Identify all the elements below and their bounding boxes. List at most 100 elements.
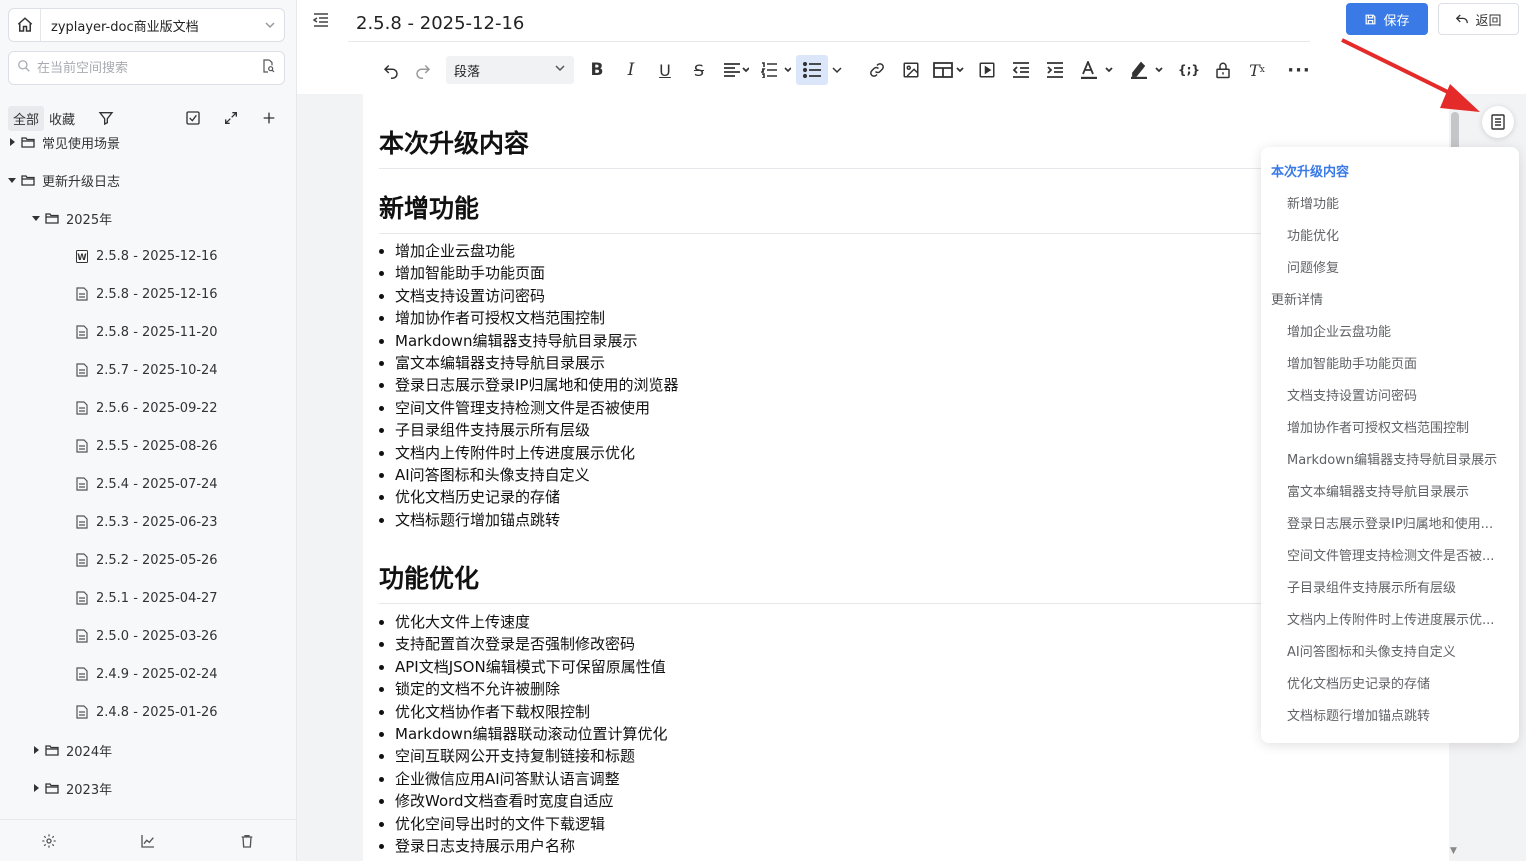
- tree-item[interactable]: 2023年: [0, 772, 296, 804]
- tree-item-label: 2.5.6 - 2025-09-22: [96, 400, 218, 416]
- tree-item[interactable]: 2.5.6 - 2025-09-22: [0, 392, 296, 424]
- caret-right-icon[interactable]: [6, 138, 18, 146]
- list-item: 支持配置首次登录是否强制修改密码: [395, 633, 667, 655]
- link-icon[interactable]: [860, 55, 894, 85]
- indent-icon[interactable]: [1038, 55, 1072, 85]
- home-icon[interactable]: [9, 9, 41, 41]
- more-icon[interactable]: ···: [1274, 55, 1324, 85]
- space-name: zyplayer-doc商业版文档: [51, 19, 199, 35]
- outdent-icon[interactable]: [1004, 55, 1038, 85]
- trash-icon[interactable]: [227, 833, 267, 849]
- toc-item[interactable]: 文档标题行增加锚点跳转: [1287, 707, 1511, 727]
- undo-icon[interactable]: [376, 55, 406, 85]
- tree-item[interactable]: 常见使用场景: [0, 132, 296, 158]
- toc-item[interactable]: 增加企业云盘功能: [1287, 323, 1511, 343]
- list-item: AI问答图标和头像支持自定义: [395, 464, 678, 486]
- bold-icon[interactable]: B: [580, 55, 614, 85]
- toc-item[interactable]: 文档支持设置访问密码: [1287, 387, 1511, 407]
- strikethrough-icon[interactable]: S: [682, 55, 716, 85]
- tree-item[interactable]: 更新升级日志: [0, 164, 296, 196]
- tree-item[interactable]: 2024年: [0, 734, 296, 766]
- toc-item[interactable]: 本次升级内容: [1271, 163, 1511, 183]
- tree-item[interactable]: 2.5.7 - 2025-10-24: [0, 354, 296, 386]
- toc-item[interactable]: 子目录组件支持展示所有层级: [1287, 579, 1511, 599]
- toc-item[interactable]: 增加智能助手功能页面: [1287, 355, 1511, 375]
- tree-item[interactable]: 2.5.8 - 2025-12-16: [0, 278, 296, 310]
- clear-format-icon[interactable]: Tx: [1240, 55, 1274, 85]
- redo-icon[interactable]: [406, 55, 440, 85]
- tree-item-label: 2.5.5 - 2025-08-26: [96, 438, 218, 454]
- tree-item[interactable]: 2.5.3 - 2025-06-23: [0, 506, 296, 538]
- funnel-icon[interactable]: [98, 110, 114, 126]
- back-button[interactable]: 返回: [1438, 3, 1519, 35]
- save-label: 保存: [1383, 13, 1410, 29]
- caret-down-icon[interactable]: [6, 176, 18, 184]
- chart-icon[interactable]: [128, 833, 168, 849]
- document-title[interactable]: 2.5.8 - 2025-12-16: [348, 8, 1310, 42]
- toc-item[interactable]: Markdown编辑器支持导航目录展示: [1287, 451, 1511, 471]
- toc-item[interactable]: 富文本编辑器支持导航目录展示: [1287, 483, 1511, 503]
- collapse-sidebar-icon[interactable]: [310, 10, 332, 30]
- toc-item[interactable]: 增加协作者可授权文档范围控制: [1287, 419, 1511, 439]
- add-icon[interactable]: [250, 104, 288, 132]
- tree-item[interactable]: 2.5.1 - 2025-04-27: [0, 582, 296, 614]
- caret-right-icon[interactable]: [30, 746, 42, 754]
- filter-tab-favorites[interactable]: 收藏: [44, 106, 80, 131]
- toc-item[interactable]: AI问答图标和头像支持自定义: [1287, 643, 1511, 663]
- font-color-icon[interactable]: [1072, 55, 1122, 85]
- align-icon[interactable]: [716, 55, 756, 85]
- tree-item[interactable]: 2.5.5 - 2025-08-26: [0, 430, 296, 462]
- document-icon: [72, 705, 92, 719]
- italic-icon[interactable]: I: [614, 55, 648, 85]
- expand-icon[interactable]: [212, 104, 250, 132]
- search-doc-icon[interactable]: [260, 58, 276, 78]
- tree-item[interactable]: W 2.5.8 - 2025-12-16: [0, 240, 296, 272]
- toc-item[interactable]: 问题修复: [1287, 259, 1511, 279]
- tree-item-label: 2.5.0 - 2025-03-26: [96, 628, 218, 644]
- paragraph-style-select[interactable]: 段落: [446, 56, 574, 84]
- checkbox-icon[interactable]: [174, 104, 212, 132]
- tree-item[interactable]: 2.5.8 - 2025-11-20: [0, 316, 296, 348]
- list-item: 优化文档历史记录的存储: [395, 486, 678, 508]
- word-doc-icon: W: [72, 249, 92, 263]
- tree-item[interactable]: 2.4.9 - 2025-02-24: [0, 658, 296, 690]
- tree-item[interactable]: 2.4.8 - 2025-01-26: [0, 696, 296, 728]
- tree-item-label: 2023年: [66, 782, 113, 798]
- caret-down-icon[interactable]: [30, 214, 42, 222]
- table-icon[interactable]: [928, 55, 970, 85]
- paragraph-style-value: 段落: [454, 64, 481, 80]
- toc-item[interactable]: 新增功能: [1287, 195, 1511, 215]
- filter-tab-all[interactable]: 全部: [8, 105, 45, 131]
- tree-item[interactable]: 2.5.4 - 2025-07-24: [0, 468, 296, 500]
- toc-item[interactable]: 登录日志展示登录IP归属地和使用...: [1287, 515, 1511, 535]
- save-button[interactable]: 保存: [1346, 3, 1428, 35]
- document-icon: [72, 591, 92, 605]
- gear-icon[interactable]: [29, 833, 69, 849]
- list-item: 富文本编辑器支持导航目录展示: [395, 352, 678, 374]
- image-icon[interactable]: [894, 55, 928, 85]
- tree-item[interactable]: 2.5.2 - 2025-05-26: [0, 544, 296, 576]
- underline-icon[interactable]: U: [648, 55, 682, 85]
- space-selector[interactable]: zyplayer-doc商业版文档: [8, 8, 285, 42]
- highlight-icon[interactable]: [1122, 55, 1172, 85]
- document-icon: [72, 325, 92, 339]
- tree-item-label: 2.5.1 - 2025-04-27: [96, 590, 218, 606]
- document-icon: [72, 515, 92, 529]
- bullet-list-icon[interactable]: [796, 55, 828, 85]
- search-input[interactable]: [31, 60, 260, 76]
- toc-item[interactable]: 空间文件管理支持检测文件是否被...: [1287, 547, 1511, 567]
- lock-icon[interactable]: [1206, 55, 1240, 85]
- chevron-down-icon[interactable]: [828, 55, 846, 85]
- tree-item[interactable]: 2025年: [0, 202, 296, 234]
- ordered-list-icon[interactable]: [756, 55, 796, 85]
- code-block-icon[interactable]: {;}: [1172, 55, 1206, 85]
- toc-item[interactable]: 优化文档历史记录的存储: [1287, 675, 1511, 695]
- video-icon[interactable]: [970, 55, 1004, 85]
- toc-item[interactable]: 功能优化: [1287, 227, 1511, 247]
- tree-item[interactable]: 2.5.0 - 2025-03-26: [0, 620, 296, 652]
- toc-item[interactable]: 更新详情: [1271, 291, 1511, 311]
- caret-right-icon[interactable]: [30, 784, 42, 792]
- scroll-down-arrow[interactable]: ▼: [1450, 846, 1457, 856]
- toc-item[interactable]: 文档内上传附件时上传进度展示优...: [1287, 611, 1511, 631]
- editor-scrollbar[interactable]: [1451, 112, 1459, 152]
